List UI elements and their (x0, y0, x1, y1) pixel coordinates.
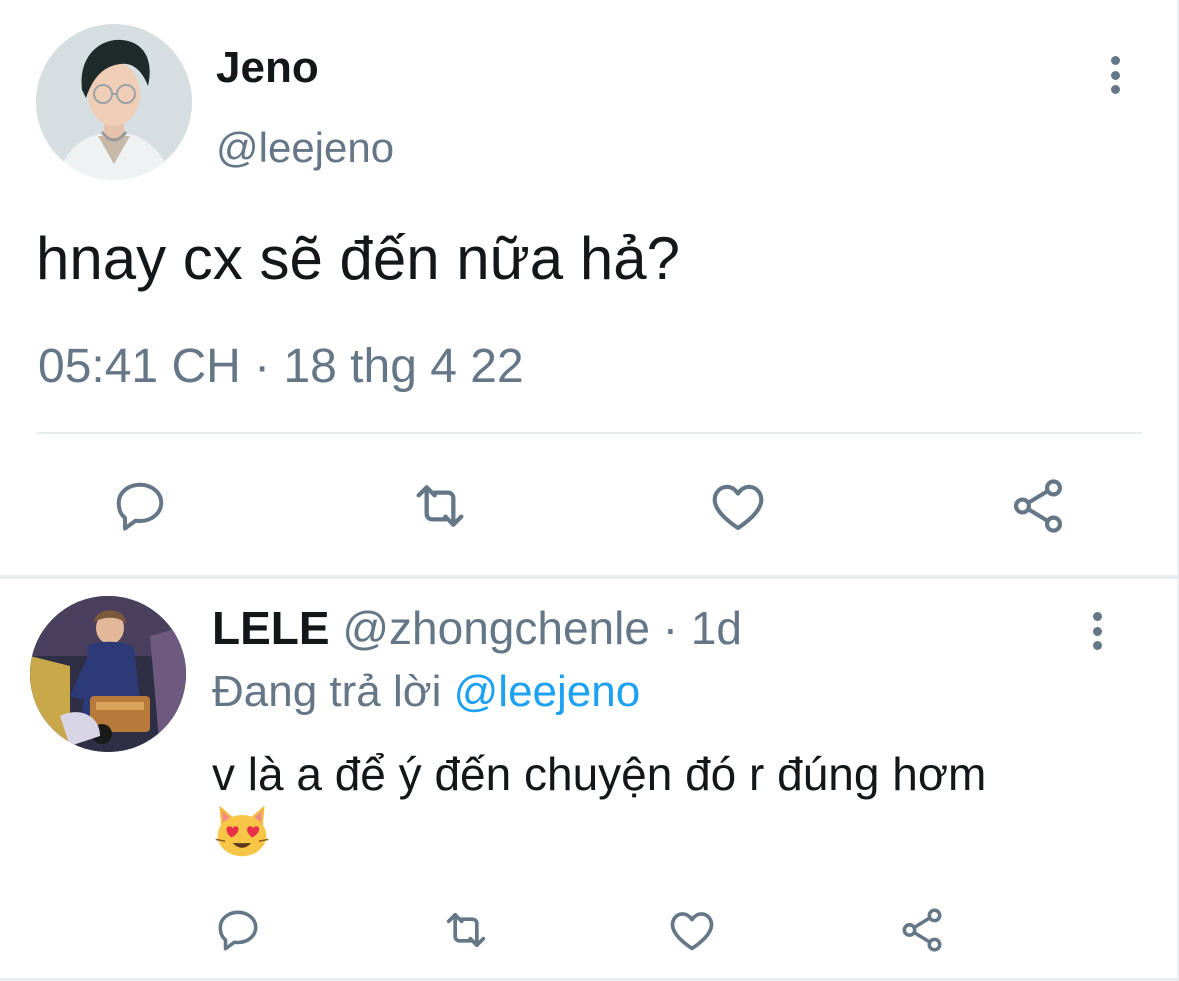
reply-time[interactable]: 1d (691, 602, 742, 654)
avatar[interactable] (30, 596, 186, 752)
retweet-icon[interactable] (440, 904, 492, 956)
section-divider (0, 575, 1179, 579)
author-name[interactable]: Jeno (216, 42, 319, 94)
replying-to-mention[interactable]: @leejeno (454, 667, 641, 716)
main-tweet: Jeno @leejeno hnay cx sẽ đến nữa hả? 05:… (0, 0, 1177, 577)
like-icon[interactable] (706, 474, 770, 538)
separator-dot: · (649, 602, 691, 654)
profile-photo (30, 596, 186, 752)
reply-text: v là a để ý đến chuyện đó r đúng hơm (212, 748, 987, 800)
reply-icon[interactable] (108, 474, 172, 538)
like-icon[interactable] (666, 904, 718, 956)
author-name[interactable]: LELE (212, 602, 330, 654)
author-handle[interactable]: @zhongchenle (342, 602, 650, 654)
reply-header: LELE @zhongchenle · 1d (212, 600, 742, 656)
replying-to: Đang trả lời @leejeno (212, 664, 640, 720)
tweet-text: hnay cx sẽ đến nữa hả? (36, 225, 680, 292)
avatar[interactable] (36, 24, 192, 180)
smiling-cat-heart-eyes-icon (212, 800, 272, 860)
author-handle[interactable]: @leejeno (216, 122, 394, 174)
replying-to-label: Đang trả lời (212, 667, 454, 716)
profile-photo (36, 24, 192, 180)
tweet-timestamp[interactable]: 05:41 CH · 18 thg 4 22 (38, 338, 524, 396)
share-icon[interactable] (896, 904, 948, 956)
more-options-icon[interactable] (1100, 50, 1130, 100)
retweet-icon[interactable] (408, 474, 472, 538)
reply-icon[interactable] (212, 904, 264, 956)
divider (36, 432, 1142, 434)
more-options-icon[interactable] (1082, 606, 1112, 656)
share-icon[interactable] (1006, 474, 1070, 538)
